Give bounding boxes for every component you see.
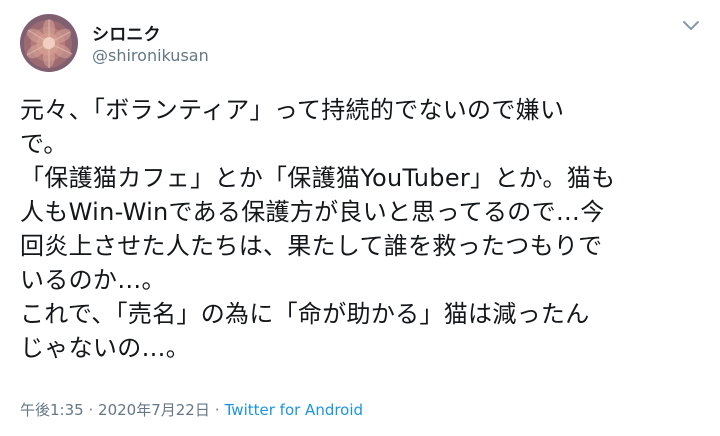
tweet-text-line: 「保護猫カフェ」とか「保護猫YouTuber」とか。猫も xyxy=(20,164,616,192)
tweet-text-line: 回炎上させた人たちは、果たして誰を救ったつもりで xyxy=(20,232,603,260)
chevron-down-icon[interactable] xyxy=(680,18,702,34)
author-handle[interactable]: @shironikusan xyxy=(92,46,209,65)
succulent-photo-avatar xyxy=(26,19,73,68)
tweet-source-link[interactable]: Twitter for Android xyxy=(225,401,363,419)
avatar[interactable] xyxy=(20,14,78,72)
tweet-text-line: じゃないの…。 xyxy=(20,334,191,362)
meta-separator: · xyxy=(214,401,220,419)
tweet-metadata: 午後1:35 · 2020年7月22日 · Twitter for Android xyxy=(20,399,363,420)
tweet-text-line: で。 xyxy=(20,130,68,158)
tweet-card: シロニク @shironikusan 元々、「ボランティア」って持続的でないので… xyxy=(0,0,720,436)
author-display-name[interactable]: シロニク xyxy=(92,20,161,45)
tweet-text-line: 人もWin-Winである保護方が良いと思ってるので…今 xyxy=(20,198,605,226)
tweet-date[interactable]: 2020年7月22日 xyxy=(98,401,210,419)
tweet-text-line: 元々、「ボランティア」って持続的でないので嫌い xyxy=(20,96,565,124)
tweet-text-line: これで、「売名」の為に「命が助かる」猫は減ったん xyxy=(20,300,590,328)
tweet-time[interactable]: 午後1:35 xyxy=(20,401,84,419)
tweet-text: 元々、「ボランティア」って持続的でないので嫌い で。 「保護猫カフェ」とか「保護… xyxy=(20,93,704,365)
tweet-text-line: いるのか…。 xyxy=(20,266,166,294)
